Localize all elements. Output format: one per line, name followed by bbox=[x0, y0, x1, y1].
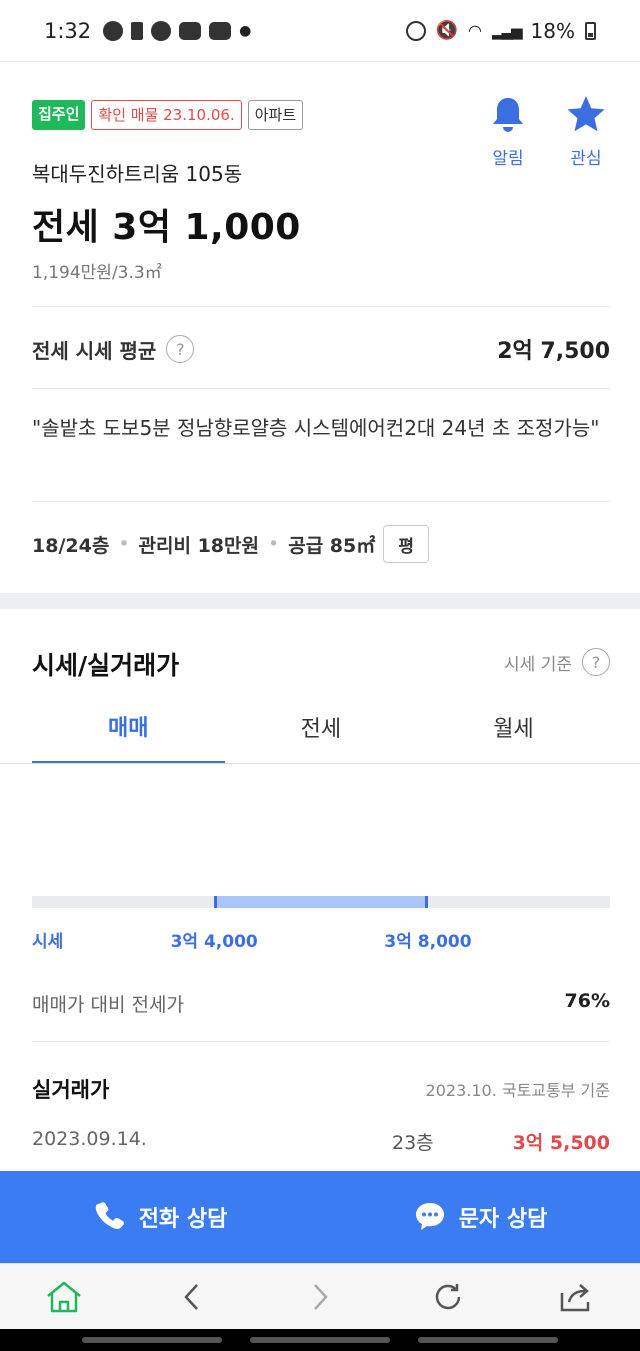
youtube-icon bbox=[209, 21, 232, 40]
jeonse-ratio-label: 매매가 대비 전세가 bbox=[32, 994, 184, 1016]
divider bbox=[32, 306, 610, 307]
market-basis-label: 시세 기준 bbox=[504, 654, 572, 675]
separator-dot: • bbox=[268, 533, 280, 555]
help-icon[interactable]: ? bbox=[582, 648, 610, 676]
tab-monthly[interactable]: 월세 bbox=[417, 690, 610, 764]
jeonse-ratio-value: 76% bbox=[564, 990, 610, 1012]
hourglass-icon bbox=[131, 21, 144, 40]
floor-info: 18/24층 bbox=[32, 534, 110, 557]
deal-price: 3억 5,500 bbox=[512, 1132, 610, 1154]
price-range-fill bbox=[214, 896, 428, 908]
gesture-bar bbox=[0, 1329, 640, 1351]
star-icon bbox=[567, 96, 605, 132]
more-dot-icon: ● bbox=[239, 22, 252, 39]
forward-button[interactable] bbox=[300, 1277, 340, 1317]
alarm-icon bbox=[405, 20, 426, 41]
tab-sale[interactable]: 매매 bbox=[32, 690, 225, 764]
tab-jeonse[interactable]: 전세 bbox=[225, 690, 418, 764]
favorite-button[interactable]: 관심 bbox=[562, 94, 610, 169]
favorite-label: 관심 bbox=[570, 149, 602, 169]
home-icon bbox=[47, 1281, 81, 1312]
sms-label: 문자 상담 bbox=[458, 1207, 548, 1232]
battery-percent: 18% bbox=[530, 18, 575, 43]
price-per-area: 1,194만원/3.3㎡ bbox=[32, 263, 162, 283]
supply-area: 공급 85㎡ bbox=[288, 534, 376, 557]
deal-floor: 23층 bbox=[392, 1132, 434, 1154]
range-label: 시세 bbox=[32, 932, 64, 952]
range-high-value: 3억 8,000 bbox=[384, 932, 472, 952]
range-low-value: 3억 4,000 bbox=[170, 932, 258, 952]
listing-specs: 18/24층 • 관리비 18만원 • 공급 85㎡ 평 bbox=[32, 525, 430, 563]
back-button[interactable] bbox=[172, 1277, 212, 1317]
share-icon bbox=[560, 1283, 590, 1311]
market-tabs: 매매 전세 월세 bbox=[32, 690, 610, 764]
status-bar: 1:32 ● 🔇 ◠ ▂▃▅ 18% bbox=[0, 0, 640, 62]
divider bbox=[32, 388, 610, 389]
help-icon[interactable]: ? bbox=[166, 335, 195, 363]
owner-badge: 집주인 bbox=[32, 100, 86, 130]
gesture-handle bbox=[418, 1337, 558, 1343]
bell-icon bbox=[493, 98, 523, 132]
phone-icon bbox=[95, 1202, 124, 1229]
back-icon bbox=[184, 1283, 198, 1310]
divider bbox=[32, 1041, 610, 1042]
divider bbox=[32, 501, 610, 502]
battery-icon bbox=[585, 21, 596, 40]
deals-basis: 2023.10. 국토교통부 기준 bbox=[425, 1081, 610, 1100]
price-range-track bbox=[32, 896, 610, 908]
mute-icon: 🔇 bbox=[435, 20, 458, 41]
market-basis[interactable]: 시세 기준 ? bbox=[504, 648, 610, 676]
signal-icon: ▂▃▅ bbox=[491, 21, 523, 40]
forward-icon bbox=[314, 1283, 328, 1310]
talk-icon bbox=[103, 20, 124, 41]
youtube-icon bbox=[179, 21, 202, 40]
tabs-underline bbox=[0, 763, 640, 764]
section-separator bbox=[0, 593, 640, 609]
status-time: 1:32 bbox=[44, 18, 92, 43]
system-icons: 🔇 ◠ ▂▃▅ 18% bbox=[405, 18, 596, 43]
sms-button[interactable]: 문자 상담 bbox=[320, 1171, 640, 1263]
verified-badge: 확인 매물 23.10.06. bbox=[91, 100, 242, 130]
header-actions: 알림 관심 bbox=[484, 94, 610, 169]
chat-bubble-icon bbox=[415, 1203, 444, 1230]
separator-dot: • bbox=[118, 533, 130, 555]
gesture-handle bbox=[82, 1337, 222, 1343]
wifi-icon: ◠ bbox=[467, 21, 482, 40]
deals-title: 실거래가 bbox=[32, 1078, 110, 1102]
share-button[interactable] bbox=[556, 1277, 596, 1317]
type-badge: 아파트 bbox=[247, 100, 304, 130]
browser-navbar bbox=[0, 1263, 640, 1329]
average-price-row: 전세 시세 평균 ? 2억 7,500 bbox=[32, 333, 610, 365]
listing-description: "솔밭초 도보5분 정남향로얄층 시스템에어컨2대 24년 초 조정가능" bbox=[32, 416, 600, 440]
alarm-button[interactable]: 알림 bbox=[484, 94, 532, 169]
notification-icons: ● bbox=[103, 20, 252, 41]
jeonse-ratio-row: 매매가 대비 전세가 76% bbox=[32, 990, 610, 1017]
refresh-button[interactable] bbox=[428, 1277, 468, 1317]
building-name: 복대두진하트리움 105동 bbox=[32, 162, 243, 186]
gesture-handle bbox=[250, 1337, 390, 1343]
listing-header: 집주인 확인 매물 23.10.06. 아파트 알림 관심 bbox=[32, 96, 610, 169]
refresh-icon bbox=[435, 1283, 461, 1309]
price-range-labels: 시세 3억 4,000 3억 8,000 bbox=[32, 927, 610, 952]
home-button[interactable] bbox=[44, 1277, 84, 1317]
market-section-title: 시세/실거래가 bbox=[32, 651, 180, 680]
cloud-chat-icon bbox=[151, 20, 172, 41]
contact-bar: 전화 상담 문자 상담 bbox=[0, 1171, 640, 1263]
deal-date: 2023.09.14. bbox=[32, 1128, 147, 1150]
unit-toggle-button[interactable]: 평 bbox=[383, 525, 430, 563]
average-price-value: 2억 7,500 bbox=[497, 339, 610, 364]
call-label: 전화 상담 bbox=[138, 1207, 228, 1232]
alarm-label: 알림 bbox=[492, 149, 524, 169]
listing-price: 전세 3억 1,000 bbox=[32, 207, 301, 248]
call-button[interactable]: 전화 상담 bbox=[0, 1171, 320, 1263]
average-price-label: 전세 시세 평균 bbox=[32, 338, 157, 363]
maintenance-fee: 관리비 18만원 bbox=[138, 534, 259, 557]
